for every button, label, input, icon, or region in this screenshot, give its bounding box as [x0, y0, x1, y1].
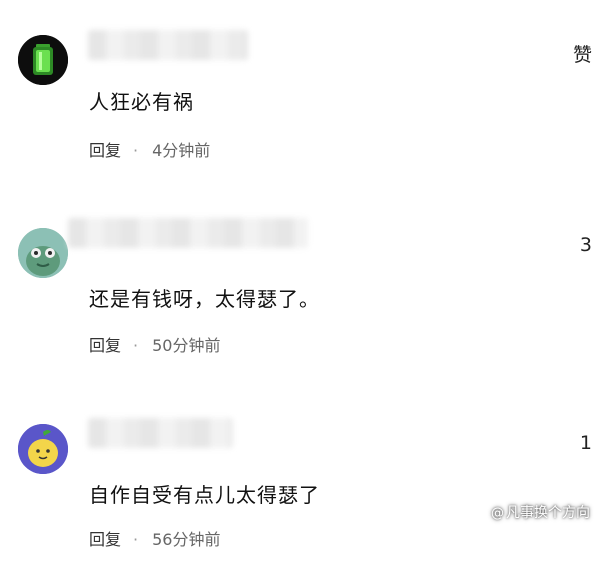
- green-creature-avatar-icon: [18, 228, 68, 278]
- avatar[interactable]: [18, 35, 68, 85]
- timestamp: 4分钟前: [152, 141, 211, 160]
- yellow-fruit-avatar-icon: [18, 424, 68, 474]
- comment-meta: 回复 · 50分钟前: [89, 332, 220, 356]
- username-blurred: [88, 418, 233, 448]
- separator-dot: ·: [133, 336, 139, 355]
- reply-button[interactable]: 回复: [89, 141, 121, 160]
- like-count[interactable]: 赞: [573, 40, 592, 67]
- timestamp: 50分钟前: [152, 336, 221, 355]
- comment-text: 自作自受有点儿太得瑟了: [89, 483, 320, 507]
- username-blurred: [68, 218, 308, 248]
- comment-meta: 回复 · 4分钟前: [89, 137, 210, 161]
- comment-meta: 回复 · 56分钟前: [89, 526, 220, 550]
- comment-text: 人狂必有祸: [89, 90, 194, 114]
- avatar[interactable]: [18, 228, 68, 278]
- like-count[interactable]: 3: [580, 234, 592, 256]
- watermark: @ 凡事换个方向: [491, 502, 590, 522]
- reply-button[interactable]: 回复: [89, 336, 121, 355]
- separator-dot: ·: [133, 141, 139, 160]
- watermark-text: 凡事换个方向: [506, 505, 590, 521]
- like-count[interactable]: 1: [580, 432, 592, 454]
- timestamp: 56分钟前: [152, 530, 221, 549]
- comment-item: 赞 人狂必有祸 回复 · 4分钟前: [0, 0, 600, 190]
- comment-item: 3 还是有钱呀，太得瑟了。 回复 · 50分钟前: [0, 190, 600, 380]
- avatar[interactable]: [18, 424, 68, 474]
- comment-text: 还是有钱呀，太得瑟了。: [89, 287, 320, 311]
- separator-dot: ·: [133, 530, 139, 549]
- green-battery-avatar-icon: [18, 35, 68, 85]
- comment-item: 1 自作自受有点儿太得瑟了 回复 · 56分钟前: [0, 380, 600, 570]
- reply-button[interactable]: 回复: [89, 530, 121, 549]
- watermark-at: @: [491, 506, 504, 521]
- username-blurred: [88, 30, 248, 60]
